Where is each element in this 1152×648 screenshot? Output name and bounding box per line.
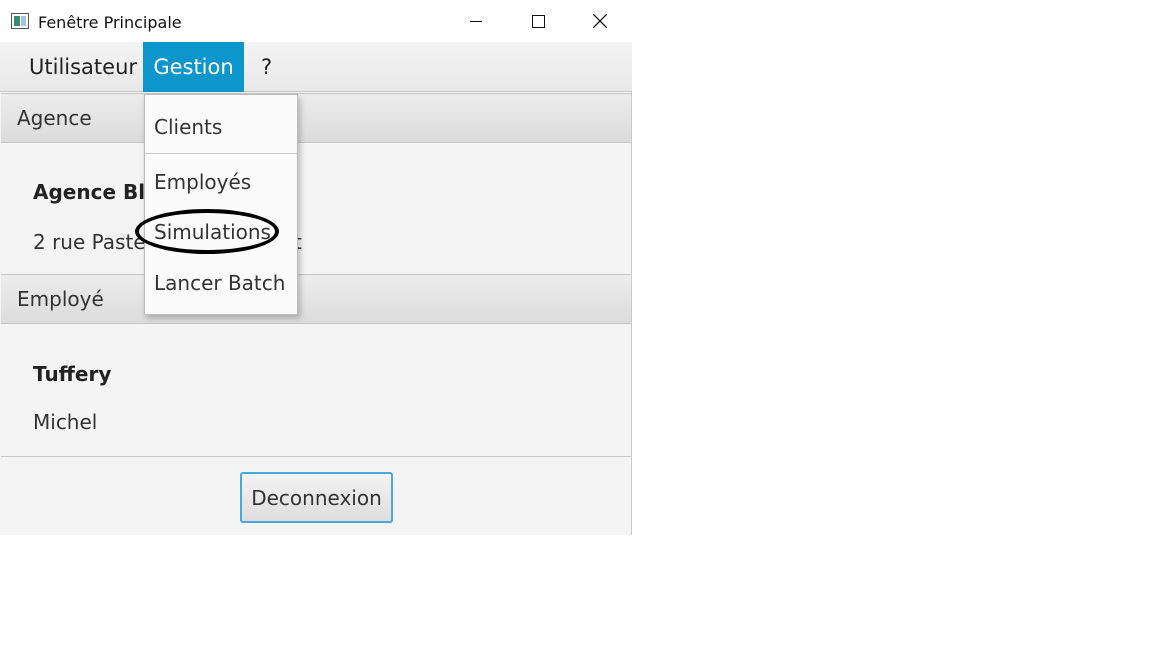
menu-item-clients[interactable]: Clients	[154, 115, 222, 139]
close-button[interactable]	[570, 0, 630, 42]
minimize-button[interactable]	[446, 0, 506, 42]
menu-utilisateur[interactable]: Utilisateur	[15, 42, 151, 92]
app-icon	[11, 13, 29, 29]
highlight-circle-annotation	[135, 209, 279, 254]
menu-item-employes[interactable]: Employés	[154, 170, 251, 194]
menu-bar: Utilisateur Gestion ?	[0, 42, 632, 92]
agence-pane-body: Agence Bla 2 rue Paste t	[1, 143, 631, 274]
footer-divider	[1, 456, 631, 457]
maximize-icon	[531, 14, 545, 28]
employe-pane-header[interactable]: Employé	[1, 274, 631, 324]
menu-gestion[interactable]: Gestion	[143, 42, 244, 92]
gestion-dropdown-menu: Clients Employés Simulations Lancer Batc…	[144, 94, 298, 315]
logout-button[interactable]: Deconnexion	[240, 472, 393, 523]
maximize-button[interactable]	[508, 0, 568, 42]
agence-pane-header[interactable]: Agence	[1, 93, 631, 143]
employe-pane-body: Tuffery Michel	[1, 325, 631, 456]
close-icon	[593, 14, 607, 28]
menu-help[interactable]: ?	[247, 42, 286, 92]
agence-name: Agence Bla	[33, 180, 159, 204]
employe-lastname: Tuffery	[33, 362, 112, 386]
minimize-icon	[470, 20, 482, 22]
window-title: Fenêtre Principale	[38, 13, 182, 32]
main-window: Fenêtre Principale Utilisateur Gestion ?…	[0, 0, 632, 535]
employe-firstname: Michel	[33, 410, 98, 434]
title-bar: Fenêtre Principale	[0, 0, 632, 42]
menu-separator	[145, 153, 297, 154]
agence-address: 2 rue Paste	[33, 230, 146, 254]
menu-item-lancer-batch[interactable]: Lancer Batch	[154, 271, 285, 295]
